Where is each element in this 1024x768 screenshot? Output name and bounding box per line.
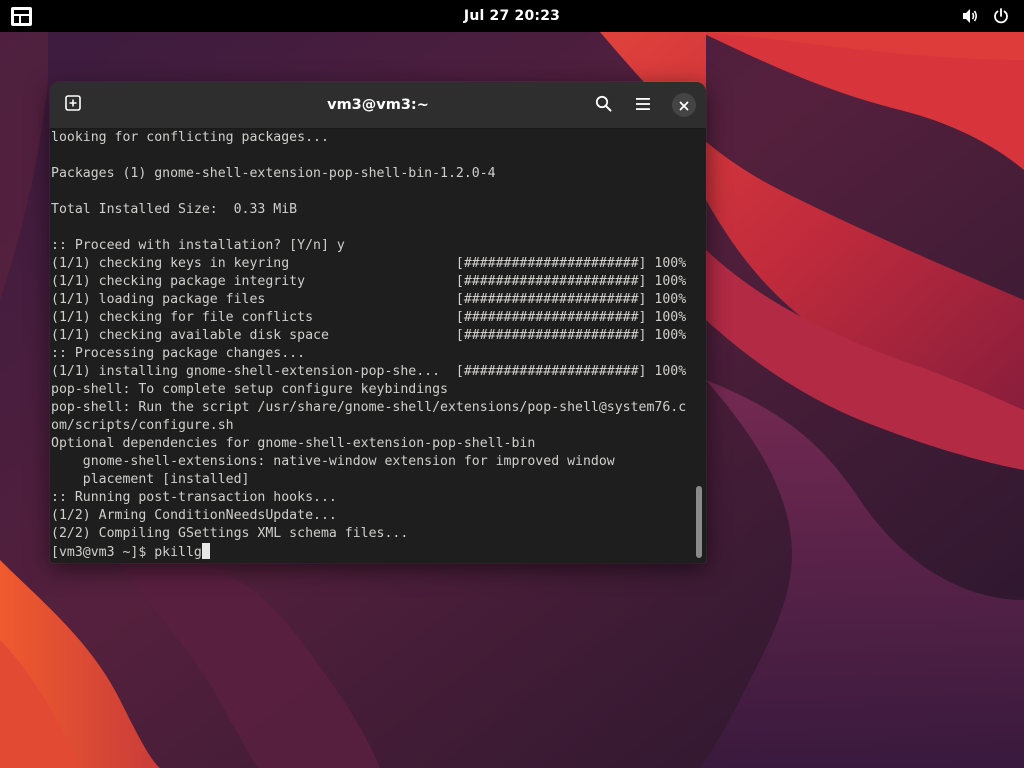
hamburger-menu-icon bbox=[635, 96, 651, 115]
text-cursor bbox=[201, 543, 210, 559]
command-input[interactable]: pkillg bbox=[154, 545, 202, 560]
terminal-line: (1/1) checking keys in keyring [########… bbox=[51, 256, 687, 271]
terminal-line: :: Proceed with installation? [Y/n] y bbox=[51, 238, 345, 253]
terminal-line: pop-shell: Run the script /usr/share/gno… bbox=[51, 400, 687, 415]
terminal-output[interactable]: looking for conflicting packages... Pack… bbox=[50, 129, 697, 563]
terminal-line: pop-shell: To complete setup configure k… bbox=[51, 382, 448, 397]
close-button[interactable] bbox=[672, 93, 696, 117]
volume-icon[interactable] bbox=[962, 7, 980, 25]
power-icon[interactable] bbox=[992, 7, 1010, 25]
shell-prompt: [vm3@vm3 ~]$ bbox=[51, 545, 155, 560]
terminal-line: (1/2) Arming ConditionNeedsUpdate... bbox=[51, 508, 337, 523]
top-bar: Jul 27 20:23 bbox=[0, 0, 1024, 32]
activities-icon[interactable] bbox=[11, 7, 32, 26]
terminal-line: Total Installed Size: 0.33 MiB bbox=[51, 202, 298, 217]
terminal-line: (1/1) installing gnome-shell-extension-p… bbox=[51, 364, 687, 379]
terminal-prompt-line[interactable]: [vm3@vm3 ~]$ pkillg bbox=[51, 543, 697, 561]
terminal-line: looking for conflicting packages... bbox=[51, 130, 329, 145]
terminal-line: om/scripts/configure.sh bbox=[51, 418, 234, 433]
terminal-line: placement [installed] bbox=[51, 472, 250, 487]
terminal-line: (1/1) loading package files [###########… bbox=[51, 292, 687, 307]
terminal-line: (1/1) checking for file conflicts [#####… bbox=[51, 310, 687, 325]
system-tray[interactable] bbox=[962, 0, 1010, 32]
terminal-line: (2/2) Compiling GSettings XML schema fil… bbox=[51, 526, 409, 541]
search-button[interactable] bbox=[587, 89, 619, 121]
terminal-line: :: Running post-transaction hooks... bbox=[51, 490, 337, 505]
new-tab-icon bbox=[65, 95, 81, 115]
terminal-line: (1/1) checking available disk space [###… bbox=[51, 328, 687, 343]
terminal-line: gnome-shell-extensions: native-window ex… bbox=[51, 454, 615, 469]
terminal-scrollbar[interactable] bbox=[695, 130, 703, 560]
menu-button[interactable] bbox=[627, 89, 659, 121]
scrollbar-thumb[interactable] bbox=[696, 486, 702, 558]
window-headerbar[interactable]: vm3@vm3:~ bbox=[50, 82, 706, 129]
terminal-line: Packages (1) gnome-shell-extension-pop-s… bbox=[51, 166, 496, 181]
close-icon bbox=[679, 96, 689, 115]
terminal-line: Optional dependencies for gnome-shell-ex… bbox=[51, 436, 536, 451]
new-tab-button[interactable] bbox=[57, 89, 89, 121]
search-icon bbox=[595, 95, 612, 116]
terminal-window[interactable]: vm3@vm3:~ looking for conflicting packag… bbox=[50, 82, 706, 563]
terminal-line: (1/1) checking package integrity [######… bbox=[51, 274, 687, 289]
clock-label[interactable]: Jul 27 20:23 bbox=[464, 8, 560, 24]
terminal-line: :: Processing package changes... bbox=[51, 346, 306, 361]
